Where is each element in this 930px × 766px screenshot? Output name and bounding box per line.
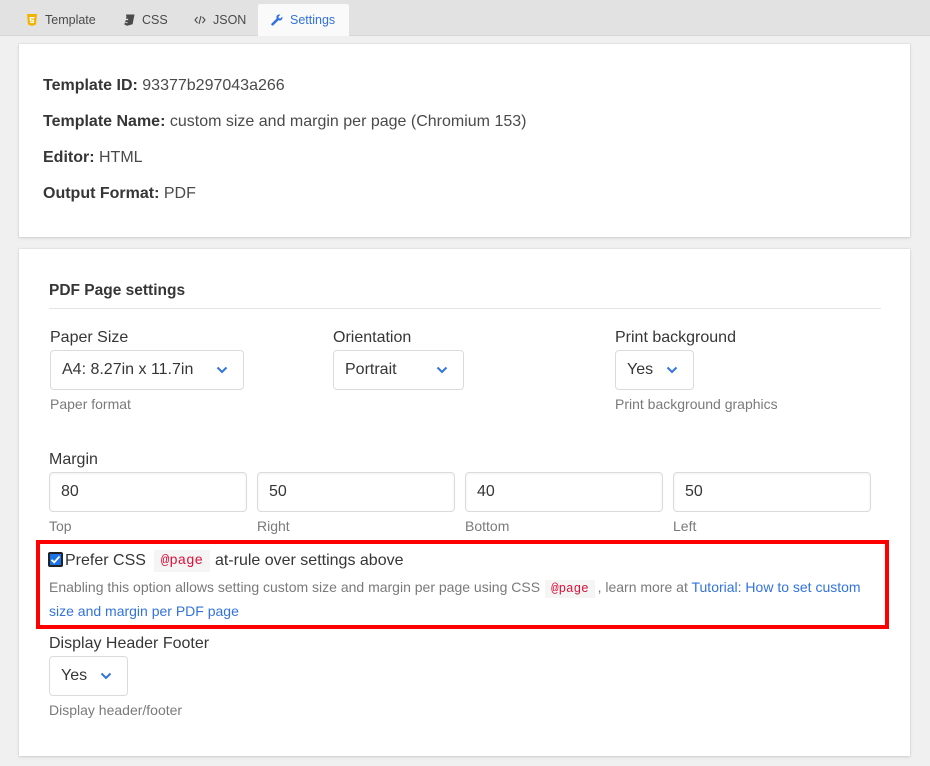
- editor-value: HTML: [99, 149, 143, 166]
- tab-settings-label: Settings: [290, 13, 336, 27]
- output-format-value: PDF: [163, 185, 196, 202]
- help-page-code: @page: [545, 580, 595, 598]
- chevron-down-icon: [666, 366, 678, 374]
- tab-template[interactable]: Template: [26, 4, 96, 36]
- prefer-css-label[interactable]: Prefer CSS @page at-rule over settings a…: [65, 550, 403, 572]
- margin-left-input[interactable]: [673, 472, 871, 512]
- orientation-label: Orientation: [333, 329, 412, 346]
- prefer-css-text: Prefer CSS: [65, 552, 146, 569]
- margin-top-input[interactable]: [49, 472, 247, 512]
- header-footer-value: Yes: [61, 667, 88, 684]
- paper-size-select[interactable]: A4: 8.27in x 11.7in: [50, 350, 244, 390]
- tab-bar: Template CSS JSON Settings: [0, 0, 930, 36]
- template-id-line: Template ID: 93377b297043a266: [43, 77, 285, 95]
- chevron-down-icon: [216, 366, 228, 374]
- orientation-value: Portrait: [345, 361, 397, 378]
- css3-icon: [123, 14, 135, 26]
- prefer-css-help-middle: , learn more at: [597, 579, 688, 595]
- tab-css-label: CSS: [142, 13, 168, 27]
- section-divider: [49, 308, 881, 309]
- tab-css[interactable]: CSS: [123, 4, 168, 36]
- template-name-line: Template Name: custom size and margin pe…: [43, 113, 526, 131]
- tab-template-label: Template: [45, 13, 96, 27]
- output-format-line: Output Format: PDF: [43, 185, 196, 203]
- html5-icon: [26, 14, 38, 26]
- margin-label: Margin: [49, 451, 98, 468]
- paper-size-help: Paper format: [50, 396, 131, 412]
- print-background-select[interactable]: Yes: [615, 350, 694, 390]
- margin-left-caption: Left: [673, 518, 697, 534]
- tab-json[interactable]: JSON: [194, 4, 246, 36]
- paper-size-label: Paper Size: [50, 329, 129, 346]
- margin-right-caption: Right: [257, 518, 290, 534]
- template-name-value: custom size and margin per page (Chromiu…: [169, 113, 527, 130]
- paper-size-value: A4: 8.27in x 11.7in: [62, 361, 194, 378]
- header-footer-select[interactable]: Yes: [49, 656, 128, 696]
- template-info-card: Template ID: 93377b297043a266 Template N…: [19, 44, 910, 237]
- chevron-down-icon: [100, 672, 112, 680]
- print-background-value: Yes: [627, 361, 654, 378]
- print-background-label: Print background: [615, 329, 736, 346]
- section-title: PDF Page settings: [49, 282, 186, 299]
- margin-top-caption: Top: [49, 518, 72, 534]
- tab-settings[interactable]: Settings: [258, 4, 349, 36]
- margin-right-input[interactable]: [257, 472, 455, 512]
- editor-line: Editor: HTML: [43, 149, 143, 167]
- output-format-label: Output Format:: [43, 185, 160, 202]
- tab-json-label: JSON: [213, 13, 247, 27]
- prefer-css-text-after: at-rule over settings above: [214, 552, 404, 569]
- chevron-down-icon: [436, 366, 448, 374]
- prefer-css-help: Enabling this option allows setting cust…: [49, 576, 885, 622]
- margin-bottom-input[interactable]: [465, 472, 663, 512]
- prefer-css-help-text: Enabling this option allows setting cust…: [49, 579, 541, 595]
- print-background-help: Print background graphics: [615, 396, 778, 412]
- editor-label: Editor:: [43, 149, 95, 166]
- prefer-css-checkbox[interactable]: [48, 552, 63, 567]
- orientation-select[interactable]: Portrait: [333, 350, 464, 390]
- header-footer-label: Display Header Footer: [49, 635, 210, 652]
- template-name-label: Template Name:: [43, 113, 166, 130]
- page-at-rule-code: @page: [153, 550, 210, 572]
- template-id-label: Template ID:: [43, 77, 138, 94]
- margin-bottom-caption: Bottom: [465, 518, 510, 534]
- checkmark-icon: [50, 555, 61, 564]
- header-footer-help: Display header/footer: [49, 702, 183, 718]
- wrench-icon: [271, 14, 283, 26]
- template-id-value: 93377b297043a266: [142, 77, 285, 94]
- code-icon: [194, 14, 206, 26]
- pdf-settings-card: PDF Page settings Paper Size A4: 8.27in …: [19, 249, 910, 756]
